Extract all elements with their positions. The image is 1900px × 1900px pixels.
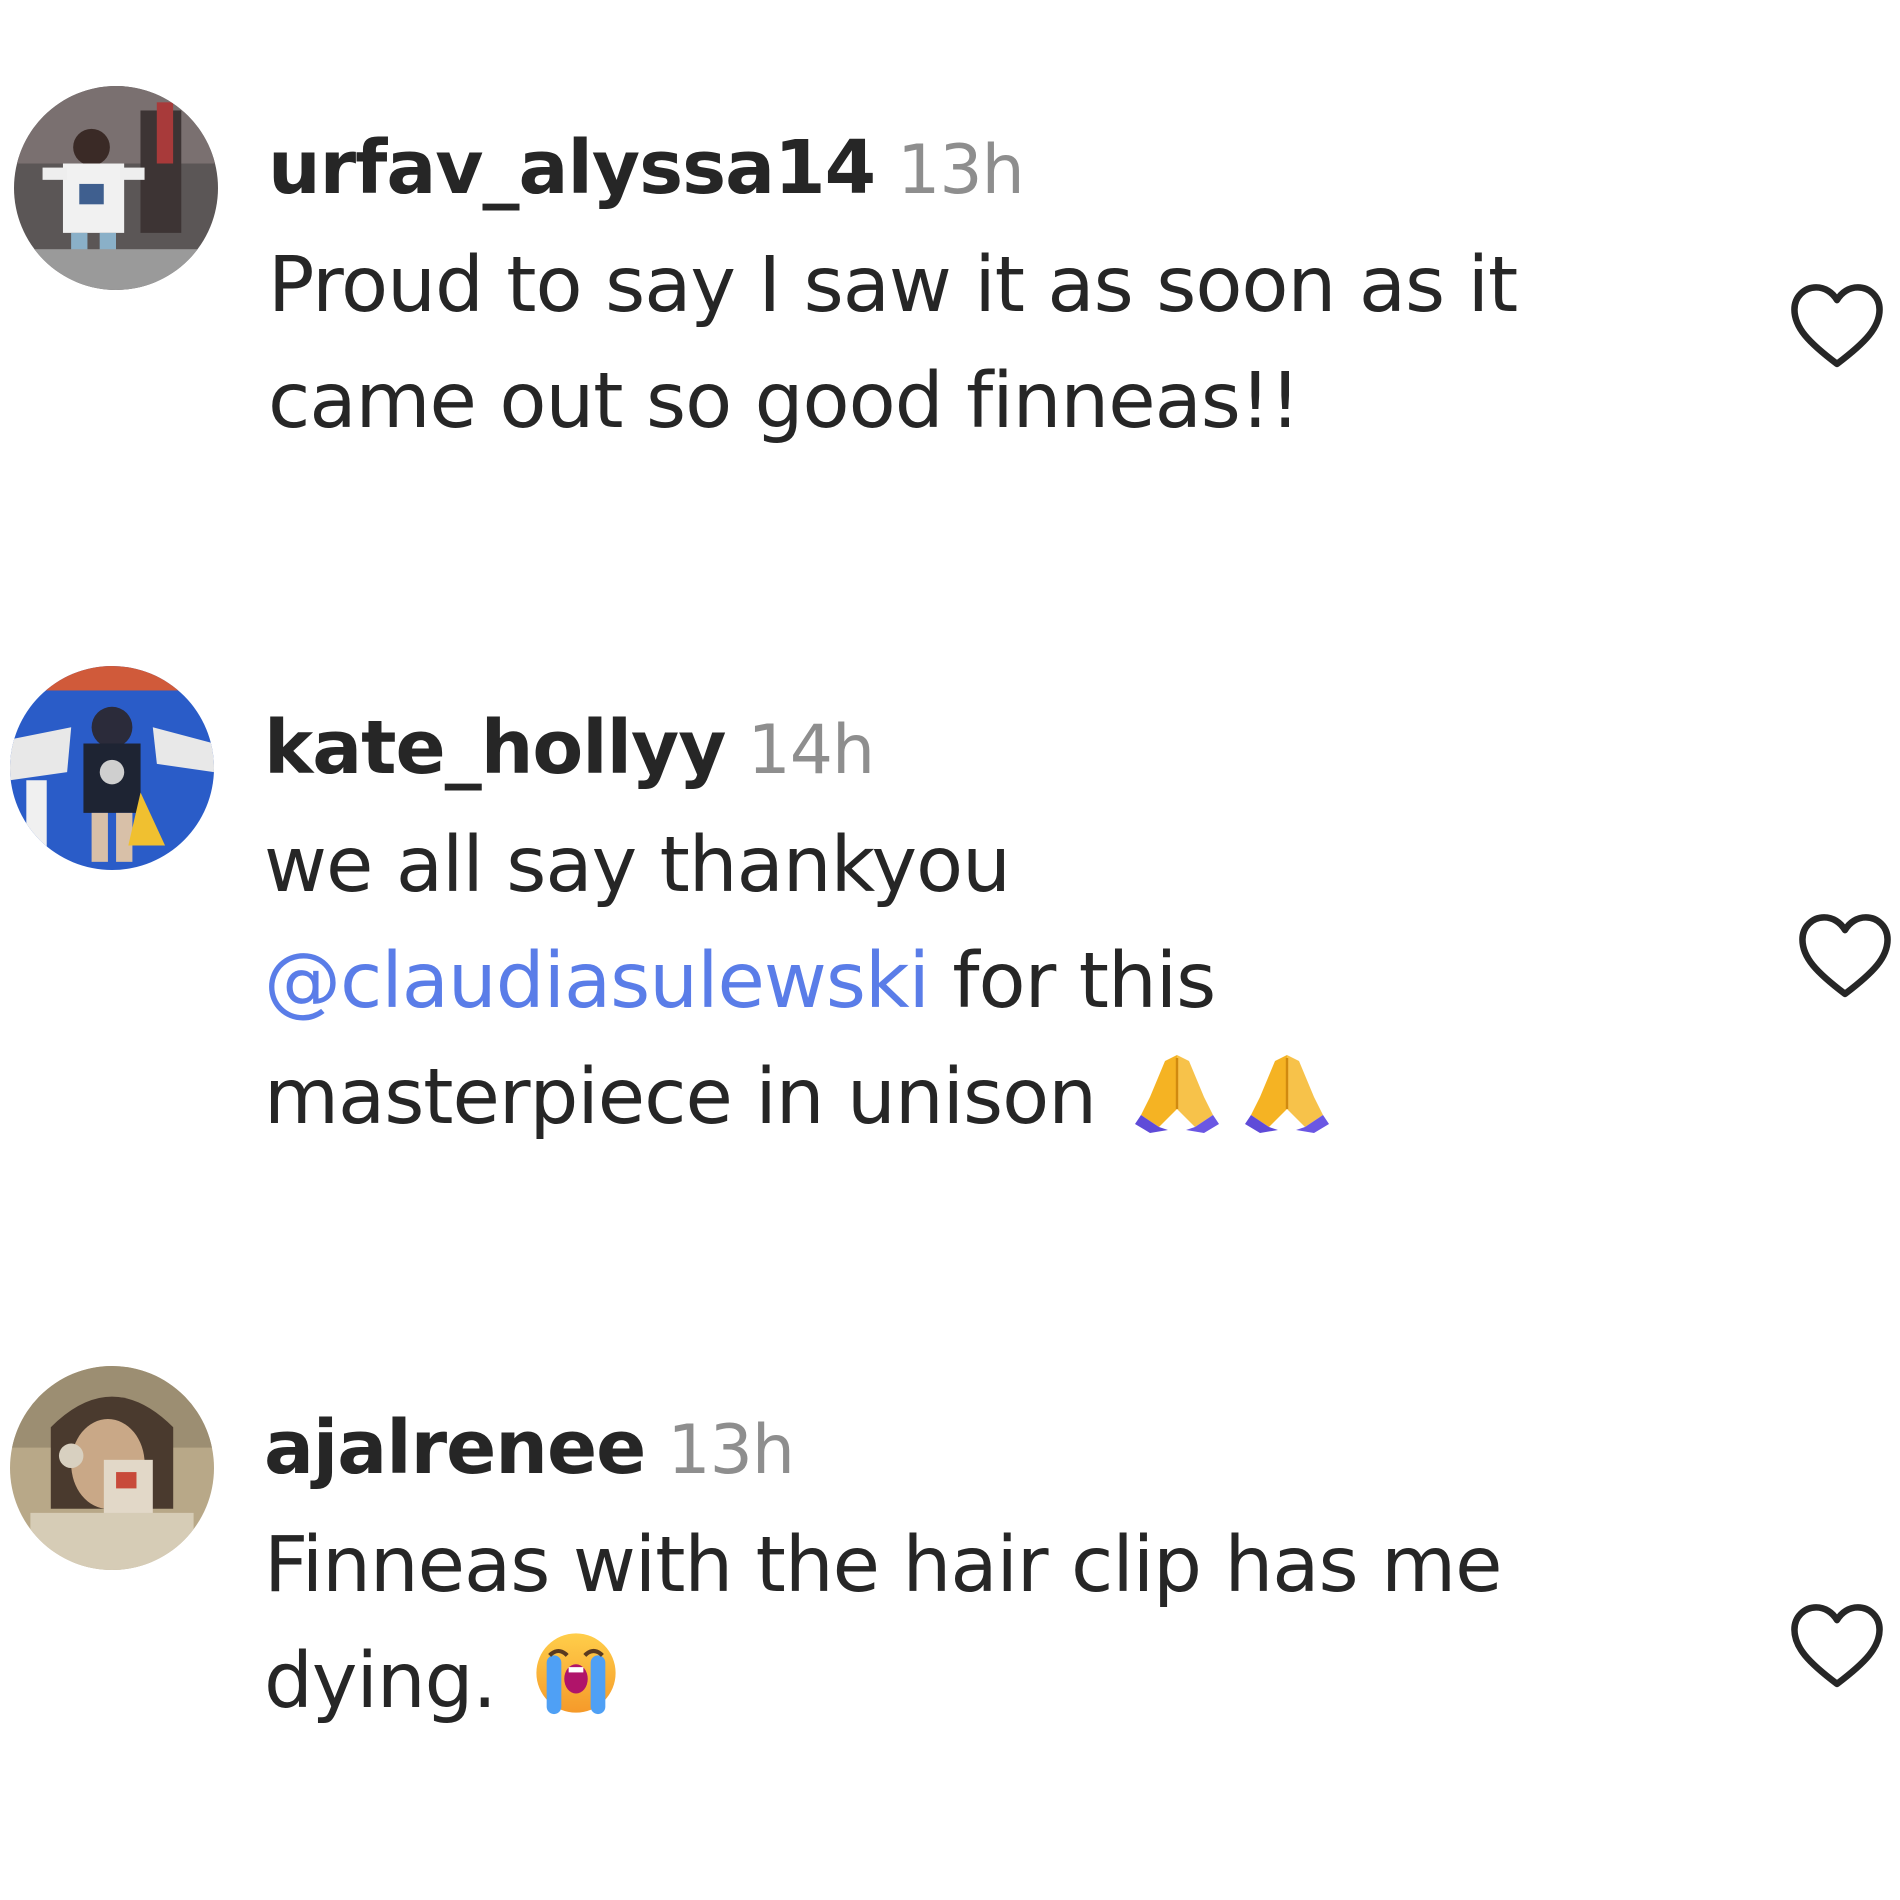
comment-meta: ajalrenee 13h — [264, 1388, 1594, 1508]
comment-text: Finneas with the hair clip has me dying. — [264, 1508, 1594, 1750]
comment-body: kate_hollyy 14h we all say thankyou @clau… — [264, 688, 1594, 1166]
comment-body: urfav_alyssa14 13h Proud to say I saw it … — [268, 108, 1598, 460]
loudly-crying-face-emoji-icon — [532, 1629, 620, 1750]
like-button[interactable] — [1795, 910, 1895, 1000]
folded-hands-emoji-icon — [1242, 1049, 1332, 1166]
comment-timestamp[interactable]: 13h — [897, 131, 1025, 210]
like-button[interactable] — [1787, 1600, 1887, 1690]
comment-text-segment: dying. — [264, 1637, 497, 1726]
heart-outline-icon — [1791, 284, 1883, 368]
folded-hands-emoji-icon — [1132, 1049, 1222, 1166]
comment-timestamp[interactable]: 13h — [667, 1411, 795, 1490]
comment-username[interactable]: kate_hollyy — [264, 705, 726, 791]
comment-meta: kate_hollyy 14h — [264, 688, 1594, 808]
avatar[interactable] — [10, 666, 214, 870]
comment-text: Proud to say I saw it as soon as it came… — [268, 228, 1598, 460]
comment-text-line: masterpiece in unison — [264, 1040, 1594, 1166]
avatar[interactable] — [10, 1366, 214, 1570]
like-button[interactable] — [1787, 280, 1887, 370]
comment-text-line: Proud to say I saw it as soon as it — [268, 241, 1518, 330]
mention-link[interactable]: @claudiasulewski — [264, 937, 930, 1026]
comment-text-line: Finneas with the hair clip has me — [264, 1521, 1502, 1610]
avatar-image — [14, 86, 218, 290]
comment-text-segment: masterpiece in unison — [264, 1053, 1097, 1142]
comment-text-line: we all say thankyou — [264, 821, 1011, 910]
comment-meta: urfav_alyssa14 13h — [268, 108, 1598, 228]
comment-text-line: dying. — [264, 1624, 1594, 1750]
avatar[interactable] — [14, 86, 218, 290]
avatar-image — [10, 666, 214, 870]
heart-outline-icon — [1791, 1604, 1883, 1688]
comment-username[interactable]: ajalrenee — [264, 1405, 646, 1491]
comment-body: ajalrenee 13h Finneas with the hair clip … — [264, 1388, 1594, 1750]
comment-username[interactable]: urfav_alyssa14 — [268, 125, 876, 211]
comment-text-line: came out so good finneas!! — [268, 357, 1301, 446]
comment-timestamp[interactable]: 14h — [747, 711, 875, 790]
heart-outline-icon — [1799, 914, 1891, 998]
comment-text-segment: for this — [928, 937, 1216, 1026]
comment-text-line: @claudiasulewski for this — [264, 924, 1594, 1040]
avatar-image — [10, 1366, 214, 1570]
comment-text: we all say thankyou @claudiasulewski for… — [264, 808, 1594, 1166]
